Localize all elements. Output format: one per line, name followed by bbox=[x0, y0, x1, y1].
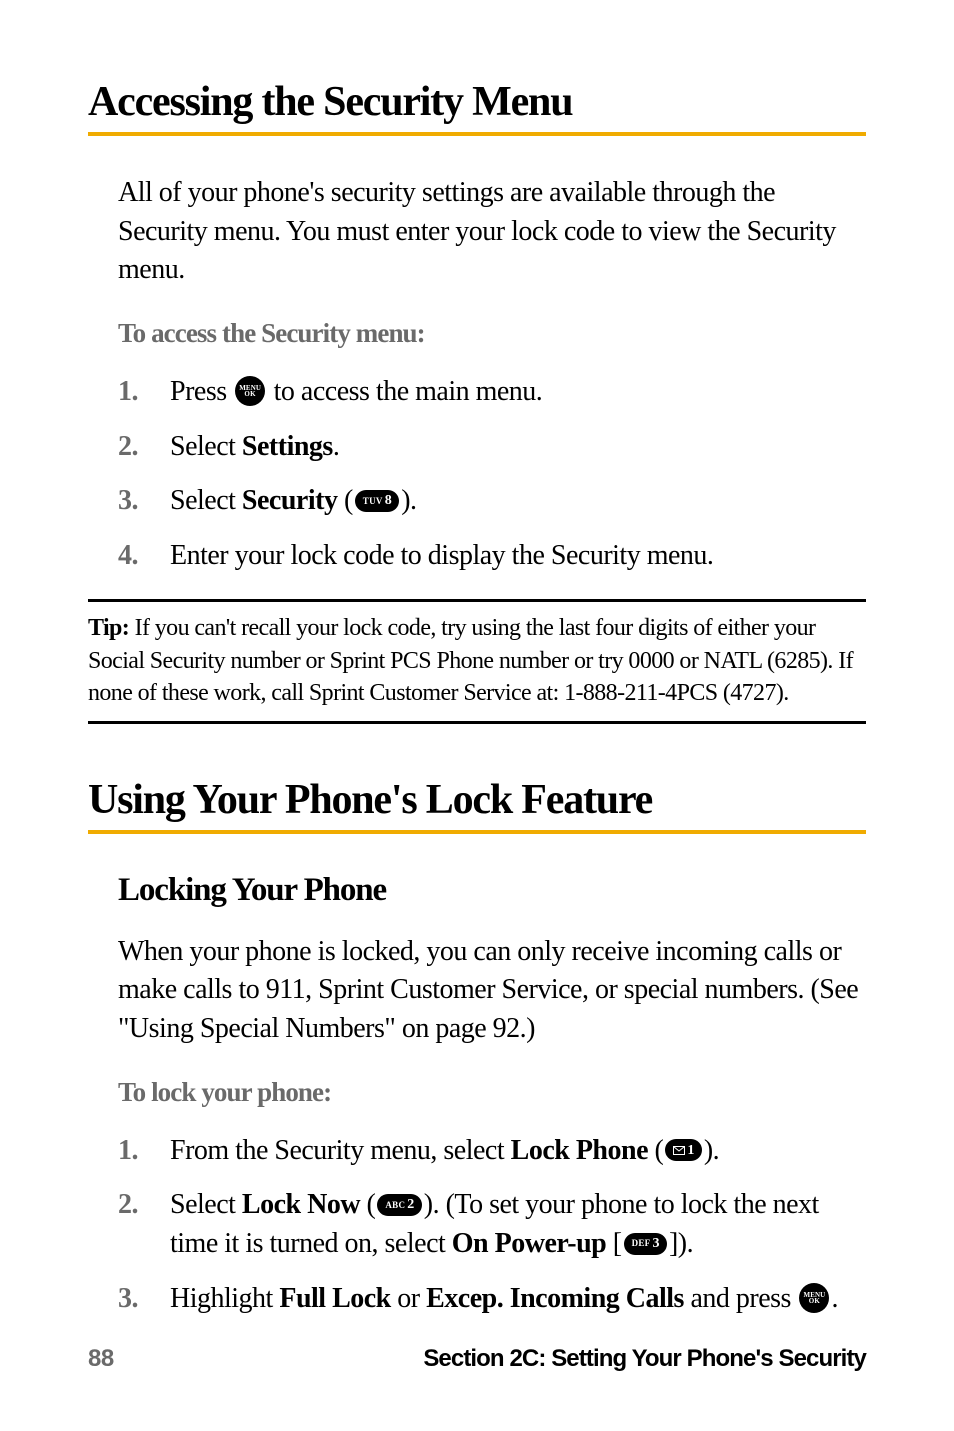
menu-key-bottom: OK bbox=[244, 391, 256, 398]
step-post: . bbox=[333, 431, 340, 462]
step-item: 2. Select Settings. bbox=[118, 428, 866, 467]
heading-underline bbox=[88, 830, 866, 834]
paren-open: ( bbox=[360, 1189, 375, 1220]
heading-underline bbox=[88, 132, 866, 136]
key-letters: ABC bbox=[385, 1199, 405, 1211]
tip-label: Tip: bbox=[88, 615, 129, 641]
step-number: 2. bbox=[118, 1186, 170, 1263]
step-pre: Select bbox=[170, 1189, 242, 1220]
page-number: 88 bbox=[88, 1345, 114, 1373]
paren-close: ). bbox=[704, 1135, 719, 1166]
paren-close: ). bbox=[424, 1189, 446, 1220]
step-bold: Security bbox=[242, 485, 338, 516]
page-footer: 88 Section 2C: Setting Your Phone's Secu… bbox=[88, 1345, 866, 1373]
paren-open: ( bbox=[337, 485, 352, 516]
heading-accessing-security-menu: Accessing the Security Menu bbox=[88, 78, 866, 126]
step-bold: Lock Phone bbox=[511, 1135, 648, 1166]
bracket-open: [ bbox=[606, 1228, 621, 1259]
step-item: 4. Enter your lock code to display the S… bbox=[118, 537, 866, 576]
key-letters: DEF bbox=[632, 1237, 651, 1249]
step-item: 1. From the Security menu, select Lock P… bbox=[118, 1132, 866, 1171]
step-number: 3. bbox=[118, 482, 170, 521]
bracket-close: ]). bbox=[669, 1228, 693, 1259]
step-bold: Settings bbox=[242, 431, 333, 462]
steps-list-access: 1. Press MENUOK to access the main menu.… bbox=[118, 373, 866, 576]
step-number: 4. bbox=[118, 537, 170, 576]
footer-section-title: Section 2C: Setting Your Phone's Securit… bbox=[423, 1345, 866, 1373]
heading-using-lock-feature: Using Your Phone's Lock Feature bbox=[88, 776, 866, 824]
step-number: 2. bbox=[118, 428, 170, 467]
key-number: 8 bbox=[385, 491, 392, 510]
key-number: 1 bbox=[687, 1141, 694, 1160]
step-pre: Select bbox=[170, 431, 242, 462]
subheading-access-security: To access the Security menu: bbox=[118, 318, 866, 349]
step-post: . bbox=[831, 1283, 838, 1314]
key-number: 2 bbox=[407, 1195, 414, 1214]
subheading-to-lock-phone: To lock your phone: bbox=[118, 1077, 866, 1108]
menu-ok-key-icon: MENUOK bbox=[799, 1283, 829, 1313]
keypad-1-icon: 1 bbox=[665, 1139, 702, 1161]
intro-paragraph: All of your phone's security settings ar… bbox=[118, 174, 866, 290]
step-bold: On Power-up bbox=[452, 1228, 606, 1259]
step-bold: Full Lock bbox=[279, 1283, 390, 1314]
step-number: 1. bbox=[118, 1132, 170, 1171]
step-text: Select Security (TUV8). bbox=[170, 482, 866, 521]
step-pre: From the Security menu, select bbox=[170, 1135, 511, 1166]
step-or: or bbox=[391, 1283, 426, 1314]
tip-block: Tip: If you can't recall your lock code,… bbox=[88, 602, 866, 720]
step-item: 3. Highlight Full Lock or Excep. Incomin… bbox=[118, 1280, 866, 1319]
envelope-icon bbox=[673, 1146, 685, 1155]
step-text: Highlight Full Lock or Excep. Incoming C… bbox=[170, 1280, 866, 1319]
step-item: 2. Select Lock Now (ABC2). (To set your … bbox=[118, 1186, 866, 1263]
menu-ok-key-icon: MENUOK bbox=[235, 376, 265, 406]
locking-paragraph: When your phone is locked, you can only … bbox=[118, 933, 866, 1049]
step-number: 1. bbox=[118, 373, 170, 412]
key-number: 3 bbox=[652, 1234, 659, 1253]
step-post: to access the main menu. bbox=[267, 376, 542, 407]
keypad-8-icon: TUV8 bbox=[355, 490, 399, 512]
step-text: Select Lock Now (ABC2). (To set your pho… bbox=[170, 1186, 866, 1263]
steps-list-lock: 1. From the Security menu, select Lock P… bbox=[118, 1132, 866, 1319]
step-text: From the Security menu, select Lock Phon… bbox=[170, 1132, 866, 1171]
menu-key-bottom: OK bbox=[809, 1298, 821, 1305]
step-item: 1. Press MENUOK to access the main menu. bbox=[118, 373, 866, 412]
paren-close: ). bbox=[401, 485, 416, 516]
tip-rule-bottom bbox=[88, 721, 866, 724]
step-bold: Lock Now bbox=[242, 1189, 360, 1220]
step-text: Enter your lock code to display the Secu… bbox=[170, 537, 866, 576]
tip-body: If you can't recall your lock code, try … bbox=[88, 615, 853, 705]
subheading-locking-your-phone: Locking Your Phone bbox=[118, 872, 866, 909]
paren-open: ( bbox=[648, 1135, 663, 1166]
step-and: and press bbox=[684, 1283, 797, 1314]
keypad-3-icon: DEF3 bbox=[624, 1233, 667, 1255]
step-text: Select Settings. bbox=[170, 428, 866, 467]
step-pre: Highlight bbox=[170, 1283, 279, 1314]
step-bold: Excep. Incoming Calls bbox=[426, 1283, 684, 1314]
step-pre: Press bbox=[170, 376, 233, 407]
step-item: 3. Select Security (TUV8). bbox=[118, 482, 866, 521]
step-number: 3. bbox=[118, 1280, 170, 1319]
step-text: Press MENUOK to access the main menu. bbox=[170, 373, 866, 412]
key-letters: TUV bbox=[363, 495, 383, 507]
keypad-2-icon: ABC2 bbox=[377, 1194, 421, 1216]
step-pre: Select bbox=[170, 485, 242, 516]
